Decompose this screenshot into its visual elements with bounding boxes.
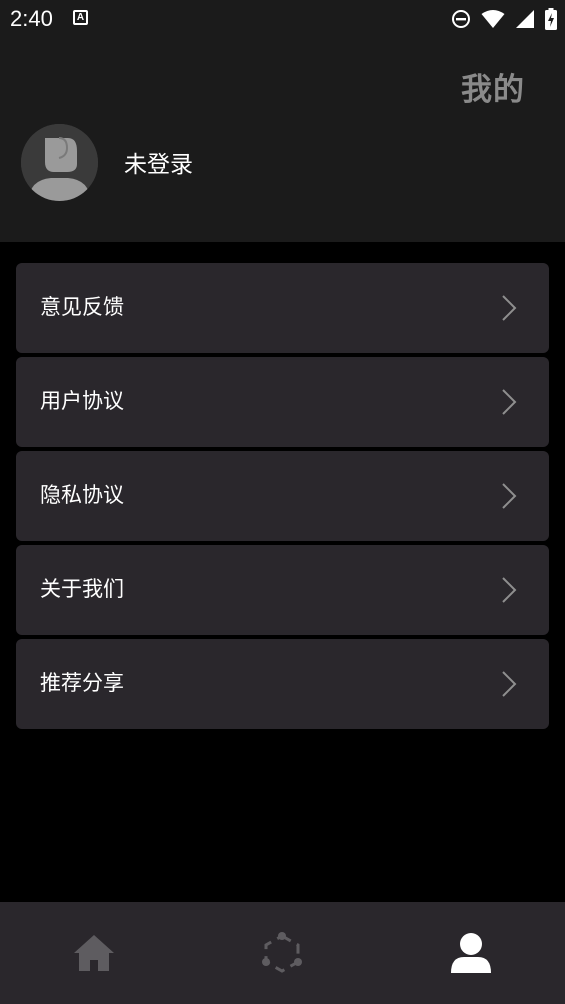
home-icon [74, 935, 115, 971]
profile-header: 我的 未登录 [0, 40, 565, 242]
chevron-right-icon [502, 295, 517, 321]
menu-item-label: 关于我们 [40, 577, 124, 601]
menu-item-label: 推荐分享 [40, 671, 124, 695]
bottom-nav [0, 902, 565, 1004]
signal-icon [516, 10, 534, 28]
do-not-disturb-icon [452, 10, 470, 28]
menu-item-feedback[interactable]: 意见反馈 [16, 263, 549, 353]
status-time: 2:40 [10, 6, 53, 31]
menu-item-about-us[interactable]: 关于我们 [16, 545, 549, 635]
menu-item-share[interactable]: 推荐分享 [16, 639, 549, 729]
person-icon [450, 933, 491, 973]
menu-item-user-agreement[interactable]: 用户协议 [16, 357, 549, 447]
status-bar: 2:40 A [0, 0, 565, 40]
chevron-right-icon [502, 483, 517, 509]
chevron-right-icon [502, 389, 517, 415]
wifi-icon [481, 10, 505, 28]
chevron-right-icon [502, 671, 517, 697]
settings-menu: 意见反馈 用户协议 隐私协议 关于我们 推荐分享 [16, 263, 549, 733]
chevron-right-icon [502, 577, 517, 603]
menu-item-label: 隐私协议 [40, 483, 124, 507]
avatar[interactable] [21, 124, 98, 201]
a-notification-icon: A [73, 10, 88, 25]
username-label[interactable]: 未登录 [124, 145, 193, 179]
page-title: 我的 [461, 72, 525, 108]
menu-item-label: 意见反馈 [40, 295, 124, 319]
battery-charging-icon [545, 8, 557, 30]
menu-item-privacy-policy[interactable]: 隐私协议 [16, 451, 549, 541]
nav-home[interactable] [0, 902, 188, 1004]
hexagon-nodes-icon [262, 932, 303, 973]
menu-item-label: 用户协议 [40, 389, 124, 413]
profile-screen: 2:40 A 我的 未登录 意见反馈 用户协议 隐私协议 关于我们 推荐分享 [0, 0, 565, 1004]
status-icons [451, 8, 557, 30]
nav-discover[interactable] [188, 902, 376, 1004]
default-avatar-icon [21, 124, 98, 201]
nav-profile[interactable] [377, 902, 565, 1004]
